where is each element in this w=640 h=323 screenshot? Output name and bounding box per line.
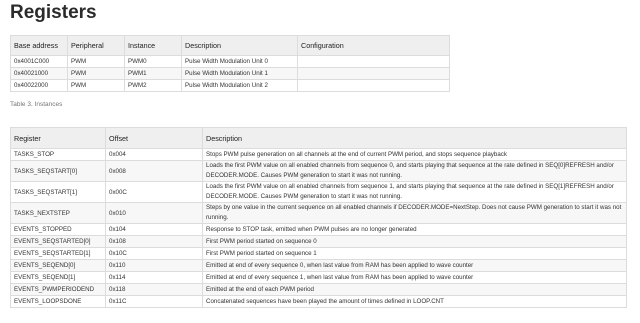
column-header-base-address: Base address	[10, 35, 68, 56]
description-cell: Emitted at end of every sequence 0, when…	[202, 259, 627, 272]
table-row: TASKS_STOP 0x004 Stops PWM pulse generat…	[10, 148, 627, 161]
table-row: EVENTS_LOOPSDONE 0x11C Concatenated sequ…	[10, 295, 627, 308]
base-address-cell: 0x40021000	[10, 67, 68, 80]
register-name-cell: EVENTS_LOOPSDONE	[10, 295, 106, 308]
instance-cell: PWM1	[124, 67, 182, 80]
description-cell: Pulse Width Modulation Unit 2	[181, 79, 298, 92]
register-name-cell: EVENTS_SEQEND[0]	[10, 259, 106, 272]
peripheral-cell: PWM	[67, 79, 125, 92]
instances-table: Base address Peripheral Instance Descrip…	[10, 35, 450, 92]
table-row: EVENTS_SEQEND[0] 0x110 Emitted at end of…	[10, 259, 627, 272]
description-cell: Loads the first PWM value on all enabled…	[202, 160, 627, 182]
table-row: 0x40022000 PWM PWM2 Pulse Width Modulati…	[10, 79, 450, 92]
configuration-cell	[297, 55, 450, 68]
description-cell: Response to STOP task, emitted when PWM …	[202, 223, 627, 236]
offset-cell: 0x114	[105, 271, 203, 284]
instance-cell: PWM0	[124, 55, 182, 68]
register-name-cell: TASKS_SEQSTART[1]	[10, 181, 106, 203]
table-caption: Table 3. Instances	[10, 101, 63, 108]
register-name-cell: EVENTS_SEQSTARTED[0]	[10, 235, 106, 248]
description-cell: Pulse Width Modulation Unit 1	[181, 67, 298, 80]
table-header-row: Register Offset Description	[10, 127, 627, 149]
table-row: EVENTS_PWMPERIODEND 0x118 Emitted at the…	[10, 283, 627, 296]
offset-cell: 0x110	[105, 259, 203, 272]
register-name-cell: EVENTS_STOPPED	[10, 223, 106, 236]
table-row: EVENTS_STOPPED 0x104 Response to STOP ta…	[10, 223, 627, 236]
register-name-cell: EVENTS_SEQSTARTED[1]	[10, 247, 106, 260]
table-row: TASKS_SEQSTART[1] 0x00C Loads the first …	[10, 181, 627, 203]
register-name-cell: EVENTS_SEQEND[1]	[10, 271, 106, 284]
page-title: Registers	[10, 2, 97, 23]
description-cell: First PWM period started on sequence 1	[202, 247, 627, 260]
description-cell: Loads the first PWM value on all enabled…	[202, 181, 627, 203]
table-header-row: Base address Peripheral Instance Descrip…	[10, 35, 450, 56]
description-cell: Emitted at the end of each PWM period	[202, 283, 627, 296]
table-row: EVENTS_SEQSTARTED[0] 0x108 First PWM per…	[10, 235, 627, 248]
offset-cell: 0x008	[105, 160, 203, 182]
column-header-description: Description	[181, 35, 298, 56]
base-address-cell: 0x4001C000	[10, 55, 68, 68]
column-header-offset: Offset	[105, 127, 203, 149]
base-address-cell: 0x40022000	[10, 79, 68, 92]
description-cell: Stops PWM pulse generation on all channe…	[202, 148, 627, 161]
offset-cell: 0x104	[105, 223, 203, 236]
table-row: EVENTS_SEQSTARTED[1] 0x10C First PWM per…	[10, 247, 627, 260]
table-row: EVENTS_SEQEND[1] 0x114 Emitted at end of…	[10, 271, 627, 284]
peripheral-cell: PWM	[67, 55, 125, 68]
register-name-cell: TASKS_NEXTSTEP	[10, 202, 106, 224]
configuration-cell	[297, 79, 450, 92]
register-name-cell: TASKS_STOP	[10, 148, 106, 161]
column-header-description: Description	[202, 127, 627, 149]
description-cell: Pulse Width Modulation Unit 0	[181, 55, 298, 68]
column-header-instance: Instance	[124, 35, 182, 56]
description-cell: Emitted at end of every sequence 1, when…	[202, 271, 627, 284]
description-cell: First PWM period started on sequence 0	[202, 235, 627, 248]
configuration-cell	[297, 67, 450, 80]
table-row: TASKS_SEQSTART[0] 0x008 Loads the first …	[10, 160, 627, 182]
table-row: 0x4001C000 PWM PWM0 Pulse Width Modulati…	[10, 55, 450, 68]
description-cell: Steps by one value in the current sequen…	[202, 202, 627, 224]
offset-cell: 0x00C	[105, 181, 203, 203]
offset-cell: 0x108	[105, 235, 203, 248]
peripheral-cell: PWM	[67, 67, 125, 80]
offset-cell: 0x10C	[105, 247, 203, 260]
offset-cell: 0x010	[105, 202, 203, 224]
register-name-cell: EVENTS_PWMPERIODEND	[10, 283, 106, 296]
description-cell: Concatenated sequences have been played …	[202, 295, 627, 308]
column-header-peripheral: Peripheral	[67, 35, 125, 56]
register-name-cell: TASKS_SEQSTART[0]	[10, 160, 106, 182]
offset-cell: 0x118	[105, 283, 203, 296]
offset-cell: 0x11C	[105, 295, 203, 308]
column-header-register: Register	[10, 127, 106, 149]
page: Registers Base address Peripheral Instan…	[0, 0, 640, 323]
offset-cell: 0x004	[105, 148, 203, 161]
column-header-configuration: Configuration	[297, 35, 450, 56]
registers-table: Register Offset Description TASKS_STOP 0…	[10, 127, 627, 308]
table-row: TASKS_NEXTSTEP 0x010 Steps by one value …	[10, 202, 627, 224]
table-row: 0x40021000 PWM PWM1 Pulse Width Modulati…	[10, 67, 450, 80]
instance-cell: PWM2	[124, 79, 182, 92]
